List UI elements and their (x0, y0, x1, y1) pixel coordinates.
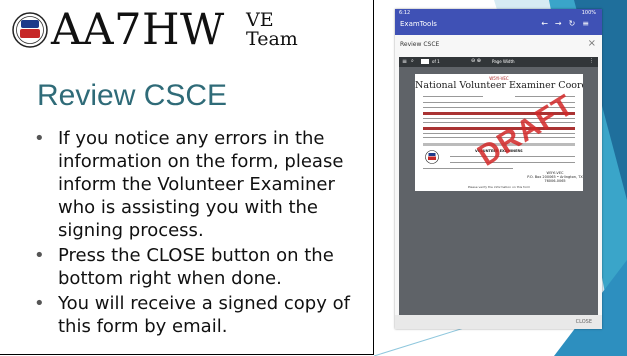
ham-it-up-seal-icon (425, 150, 439, 164)
pdf-zoom-icons[interactable]: ⊖ ⊕ (471, 58, 481, 64)
pdf-page-width[interactable]: Page Width (492, 59, 515, 64)
logo-team: Team (246, 28, 298, 50)
bullet-item: • You will receive a signed copy of this … (34, 292, 364, 338)
phone-screenshot: 6:12 100% ExamTools ←→↻≡ Review CSCE × ≡… (395, 9, 602, 329)
pdf-toolbar: ≡ ⌕ of 1 ⊖ ⊕ Page Width ⋮ (399, 57, 598, 67)
csce-document: W5YI-VEC National Volunteer Examiner Coo… (415, 74, 583, 191)
status-battery: 100% (581, 10, 596, 16)
dialog-header: Review CSCE × (395, 35, 602, 55)
app-title: ExamTools (400, 20, 437, 28)
dialog-title: Review CSCE (400, 41, 440, 48)
pdf-page-count: of 1 (432, 59, 440, 64)
doc-address-line: P.O. Box 200065 • Arlington, TX 76006-00… (527, 175, 583, 183)
logo-callsign: AA7HW (51, 5, 225, 55)
pdf-menu-icon[interactable]: ≡ (402, 58, 407, 65)
pdf-viewer: ≡ ⌕ of 1 ⊖ ⊕ Page Width ⋮ W5YI-VEC Natio… (399, 57, 598, 315)
doc-line (423, 168, 513, 169)
bullet-text: Press the CLOSE button on the bottom rig… (58, 245, 334, 289)
doc-line (423, 96, 483, 97)
bullet-dot: • (34, 128, 45, 149)
slide-title: Review CSCE (37, 79, 228, 112)
doc-heading: National Volunteer Examiner Coordinator (415, 80, 583, 91)
slide: AA7HW VE Team Review CSCE • If you notice… (0, 0, 627, 356)
app-bar: 6:12 100% ExamTools ←→↻≡ (395, 9, 602, 35)
logo-ve: VE (246, 9, 274, 31)
pdf-more-icon[interactable]: ⋮ (589, 58, 594, 64)
bullet-text: You will receive a signed copy of this f… (58, 293, 350, 337)
bullet-dot: • (34, 245, 45, 266)
doc-line (450, 162, 575, 163)
dialog-footer: CLOSE (395, 315, 602, 329)
status-time: 6:12 (399, 10, 411, 16)
forward-arrow-icon[interactable]: → (555, 19, 569, 28)
nav-icons: ←→↻≡ (541, 19, 596, 28)
refresh-icon[interactable]: ↻ (569, 19, 583, 28)
bullet-dot: • (34, 293, 45, 314)
bullet-list: • If you notice any errors in the informa… (34, 127, 364, 340)
pdf-page-input[interactable] (421, 59, 429, 64)
doc-footer: Please verify the information on this fo… (467, 185, 531, 189)
doc-address: W5YI-VEC P.O. Box 200065 • Arlington, TX … (527, 171, 583, 183)
bullet-item: • If you notice any errors in the informa… (34, 127, 364, 242)
pdf-search-icon[interactable]: ⌕ (411, 58, 414, 64)
bullet-text: If you notice any errors in the informat… (58, 128, 344, 241)
close-button[interactable]: CLOSE (576, 319, 592, 325)
ham-it-up-seal-icon (12, 12, 48, 48)
bullet-item: • Press the CLOSE button on the bottom ri… (34, 244, 364, 290)
dialog-close-icon[interactable]: × (588, 38, 596, 49)
back-arrow-icon[interactable]: ← (541, 19, 555, 28)
menu-icon[interactable]: ≡ (582, 19, 596, 28)
